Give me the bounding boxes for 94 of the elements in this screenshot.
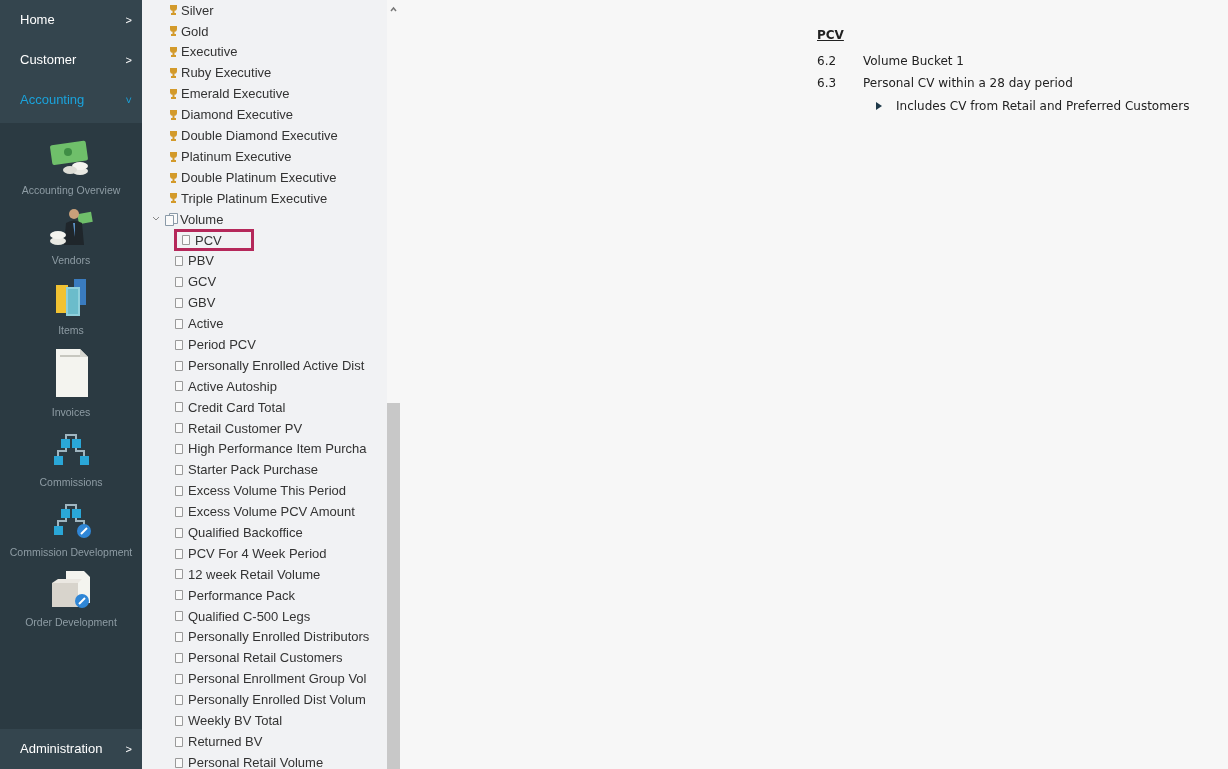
tree-item[interactable]: 12 week Retail Volume [174,564,321,585]
module-button[interactable]: Order Development [0,569,142,630]
tree-item[interactable]: Credit Card Total [174,397,286,418]
document-icon [174,484,184,497]
tree-item[interactable]: Excess Volume PCV Amount [174,502,355,522]
tree-item[interactable]: Emerald Executive [181,84,290,104]
document-icon [174,631,184,644]
tree-item[interactable]: Weekly BV Total [174,710,283,731]
module-button[interactable]: Commission Development [0,499,142,560]
trophy-icon [169,26,178,37]
module-button[interactable]: Commissions [0,429,142,490]
section-number: 6.3 [817,75,838,92]
tree-item[interactable]: Double Diamond Executive [181,126,338,146]
trophy-icon [169,5,178,16]
tree-item[interactable]: Executive [181,42,238,62]
tree-item[interactable]: PBV [174,251,214,271]
tree-item[interactable]: Excess Volume This Period [174,481,346,501]
document-icon [174,422,184,435]
section-text: Personal CV within a 28 day period [863,75,1073,92]
document-icon [174,568,184,581]
tree-item[interactable]: Platinum Executive [181,146,292,167]
section-number: 6.2 [817,53,838,70]
trophy-icon [169,130,178,141]
trophy-icon [169,89,178,99]
tree-item[interactable]: Retail Customer PV [174,418,303,438]
trophy-icon [169,68,178,79]
nav-menu-item[interactable]: Administration > [0,729,142,769]
tree-item[interactable]: GCV [174,272,217,292]
tree-item[interactable]: Returned BV [174,731,263,752]
document-icon [174,610,184,623]
tree-item[interactable]: Ruby Executive [181,63,272,83]
tree-item[interactable]: Personal Enrollment Group Vol [174,669,367,689]
document-icon [174,401,184,414]
tree-item[interactable]: Qualified Backoffice [174,522,303,543]
detail-title: PCV [817,27,844,44]
tree-item[interactable]: Personally Enrolled Dist Volum [174,690,366,710]
tree-item[interactable]: Personally Enrolled Distributors [174,627,370,647]
document-icon [174,338,184,351]
tree-item[interactable]: Personal Retail Volume [174,752,324,769]
document-icon [174,526,184,539]
document-icon [174,714,184,727]
scrollbar[interactable] [387,0,400,769]
document-icon [174,547,184,560]
document-icon [174,735,184,748]
document-icon [174,443,184,456]
tree-item[interactable]: PCV [174,229,254,252]
trophy-icon [169,109,178,120]
tree-item[interactable]: Period PCV [174,334,256,355]
trophy-icon [169,47,178,58]
businessman-with-coins-icon [48,207,94,247]
document-icon [174,505,184,518]
bullet-text: Includes CV from Retail and Preferred Customers [896,98,1190,115]
document-icon [174,359,184,372]
document-icon [174,464,184,477]
tree-item[interactable]: Triple Platinum Executive [181,188,328,209]
tree-item[interactable]: Qualified C-500 Legs [174,606,311,626]
module-button[interactable]: Accounting Overview [0,137,142,198]
tree-item[interactable]: Active Autoship [174,376,277,397]
nav-menu-item[interactable]: Accounting ˅ [0,80,142,120]
nav-menu-item[interactable]: Customer > [0,40,142,80]
tree-item[interactable]: Starter Pack Purchase [174,460,319,480]
document-icon [174,317,184,330]
bullet-icon [876,102,882,110]
tree-item[interactable]: PCV For 4 Week Period [174,543,327,564]
tree-item[interactable]: Diamond Executive [181,105,293,125]
tree-item[interactable]: Gold [181,21,209,42]
trophy-icon [169,193,178,204]
tree-item[interactable]: Personally Enrolled Active Dist [174,355,365,376]
module-button[interactable]: Items [0,277,142,338]
document-icon [174,589,184,602]
tree-item[interactable]: Active [174,314,224,334]
tree-item[interactable]: Performance Pack [174,585,295,606]
tree-item[interactable]: Silver [181,0,214,21]
documents-icon [165,212,178,226]
scrollbar-thumb[interactable] [387,403,400,769]
tree-item[interactable]: GBV [174,293,216,313]
document-icon [174,693,184,706]
document-icon [174,255,184,268]
section-text: Volume Bucket 1 [863,53,964,70]
trophy-icon [169,172,178,183]
trophy-icon [169,151,178,162]
document-icon [174,652,184,665]
document-icon [174,380,184,393]
module-button[interactable]: Vendors [0,207,142,268]
document-icon [174,276,184,288]
tree-item[interactable]: High Performance Item Purcha [174,439,367,459]
tree-item[interactable]: Volume [180,209,224,230]
module-button[interactable]: Invoices [0,347,142,420]
nav-menu-item[interactable]: Home > [0,0,142,40]
document-icon [174,296,184,309]
document-icon [181,234,191,247]
document-icon [174,672,184,685]
tree-item[interactable]: Personal Retail Customers [174,648,343,668]
tree-item[interactable]: Double Platinum Executive [181,167,337,188]
